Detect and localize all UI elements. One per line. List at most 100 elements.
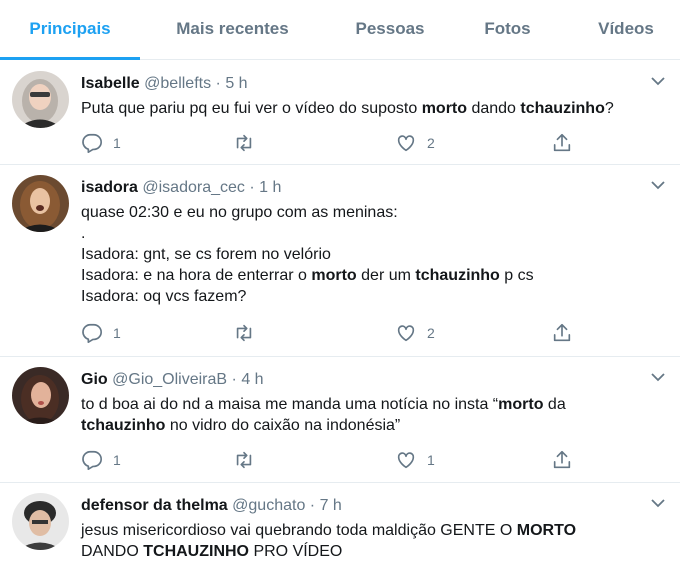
user-handle[interactable]: @guchato — [232, 497, 305, 514]
like-button[interactable]: 1 — [395, 448, 435, 472]
user-handle[interactable]: @isadora_cec — [142, 179, 245, 196]
tweet[interactable]: defensor da thelma @guchato · 7 h jesus … — [0, 483, 680, 569]
tweet-line: Isadora: gnt, se cs forem no velório — [81, 244, 661, 265]
tweet-header: Isabelle @bellefts · 5 h — [81, 74, 248, 94]
retweet-icon — [236, 324, 252, 342]
highlighted-keyword: MORTO — [516, 522, 577, 539]
tweet-text-segment: dando — [467, 100, 521, 117]
tweet-text: to d boa ai do nd a maisa me manda uma n… — [81, 394, 661, 436]
tweet-line: to d boa ai do nd a maisa me manda uma n… — [81, 394, 661, 415]
user-handle[interactable]: @Gio_OliveiraB — [112, 371, 227, 388]
retweet-icon — [236, 134, 252, 152]
tweet-actions: 1 2 — [81, 131, 581, 155]
heart-icon — [397, 452, 415, 469]
tweet-text-segment: Isadora: gnt, se cs forem no velório — [81, 246, 331, 263]
separator-dot: · — [231, 371, 237, 388]
chevron-down-icon[interactable] — [650, 179, 666, 191]
reply-icon — [82, 323, 102, 343]
tweet[interactable]: isadora @isadora_cec · 1 h quase 02:30 e… — [0, 165, 680, 357]
user-handle[interactable]: @bellefts — [144, 75, 211, 92]
timestamp[interactable]: 5 h — [225, 75, 247, 92]
like-button[interactable]: 2 — [395, 131, 435, 155]
tweet-actions: 1 2 — [81, 321, 581, 345]
like-button[interactable]: 2 — [395, 321, 435, 345]
highlighted-keyword: tchauzinho — [415, 267, 500, 284]
heart-icon — [397, 135, 415, 152]
tab-label: Fotos — [484, 19, 531, 38]
avatar[interactable] — [12, 493, 69, 550]
tweet-text-segment: der um — [356, 267, 416, 284]
reply-button[interactable]: 1 — [81, 131, 121, 155]
highlighted-keyword: TCHAUZINHO — [143, 543, 249, 560]
highlighted-keyword: morto — [421, 100, 468, 117]
tweet-text-segment: to d boa ai do nd a maisa me manda uma n… — [81, 396, 499, 413]
avatar[interactable] — [12, 175, 69, 232]
like-count: 1 — [427, 452, 435, 468]
tab-principais[interactable]: Principais — [0, 0, 140, 60]
tweet[interactable]: Gio @Gio_OliveiraB · 4 h to d boa ai do … — [0, 357, 680, 483]
display-name[interactable]: Isabelle — [81, 75, 140, 92]
reply-count: 1 — [113, 135, 121, 151]
separator-dot: · — [215, 75, 221, 92]
display-name[interactable]: isadora — [81, 179, 138, 196]
timestamp[interactable]: 1 h — [259, 179, 281, 196]
tweet-text-segment: da — [543, 396, 566, 413]
share-icon — [553, 450, 571, 469]
tweet-text-segment: quase 02:30 e eu no grupo com as meninas… — [81, 204, 398, 221]
display-name[interactable]: Gio — [81, 371, 108, 388]
chevron-down-icon[interactable] — [650, 371, 666, 383]
avatar[interactable] — [12, 367, 69, 424]
tweet-text-segment: . — [81, 225, 86, 242]
tweet-text-segment: ? — [604, 100, 614, 117]
like-count: 2 — [427, 135, 435, 151]
share-button[interactable] — [551, 321, 573, 345]
tweet-text-segment: Isadora: oq vcs fazem? — [81, 288, 247, 305]
tweet-text: jesus misericordioso vai quebrando toda … — [81, 520, 661, 562]
tweet-line: quase 02:30 e eu no grupo com as meninas… — [81, 202, 661, 223]
active-tab-indicator — [0, 57, 140, 60]
tab-fotos[interactable]: Fotos — [465, 0, 550, 60]
reply-button[interactable]: 1 — [81, 321, 121, 345]
chevron-down-icon[interactable] — [650, 75, 666, 87]
tweet-text-segment: p cs — [499, 267, 534, 284]
reply-icon — [82, 450, 102, 470]
share-button[interactable] — [551, 448, 573, 472]
tweet-text: Puta que pariu pq eu fui ver o vídeo do … — [81, 98, 661, 119]
share-button[interactable] — [551, 131, 573, 155]
tweet-text: quase 02:30 e eu no grupo com as meninas… — [81, 202, 661, 307]
retweet-button[interactable] — [233, 448, 255, 472]
separator-dot: · — [309, 497, 316, 514]
reply-button[interactable]: 1 — [81, 448, 121, 472]
tweet[interactable]: Isabelle @bellefts · 5 h Puta que pariu … — [0, 61, 680, 165]
tab-pessoas[interactable]: Pessoas — [335, 0, 445, 60]
tweet-text-segment: Isadora: e na hora de enterrar o — [81, 267, 312, 284]
tweet-text-segment: PRO VÍDEO — [249, 543, 343, 560]
highlighted-keyword: tchauzinho — [520, 100, 605, 117]
avatar[interactable] — [12, 71, 69, 128]
tweet-line: Isadora: oq vcs fazem? — [81, 286, 661, 307]
highlighted-keyword: tchauzinho — [81, 417, 166, 434]
retweet-button[interactable] — [233, 131, 255, 155]
timestamp[interactable]: 7 h — [320, 497, 342, 514]
chevron-down-icon[interactable] — [650, 497, 666, 509]
tweet-text-segment: jesus misericordioso vai quebrando toda … — [81, 522, 517, 539]
search-tabs: Principais Mais recentes Pessoas Fotos V… — [0, 0, 680, 60]
reply-count: 1 — [113, 452, 121, 468]
timestamp[interactable]: 4 h — [241, 371, 263, 388]
tweet-line: Puta que pariu pq eu fui ver o vídeo do … — [81, 98, 661, 119]
tweet-header: defensor da thelma @guchato · 7 h — [81, 496, 342, 516]
share-icon — [553, 133, 571, 152]
tab-videos[interactable]: Vídeos — [580, 0, 672, 60]
tweet-line: jesus misericordioso vai quebrando toda … — [81, 520, 661, 541]
display-name[interactable]: defensor da thelma — [81, 497, 228, 514]
retweet-button[interactable] — [233, 321, 255, 345]
heart-icon — [397, 325, 415, 342]
tab-label: Vídeos — [598, 19, 654, 38]
highlighted-keyword: morto — [311, 267, 357, 284]
tab-mais-recentes[interactable]: Mais recentes — [160, 0, 305, 60]
retweet-icon — [236, 451, 252, 469]
tweet-text-segment: Puta que pariu pq eu fui ver o vídeo do … — [81, 100, 422, 117]
tweet-header: Gio @Gio_OliveiraB · 4 h — [81, 370, 264, 390]
highlighted-keyword: morto — [498, 396, 544, 413]
tweet-line: tchauzinho no vidro do caixão na indonés… — [81, 415, 661, 436]
